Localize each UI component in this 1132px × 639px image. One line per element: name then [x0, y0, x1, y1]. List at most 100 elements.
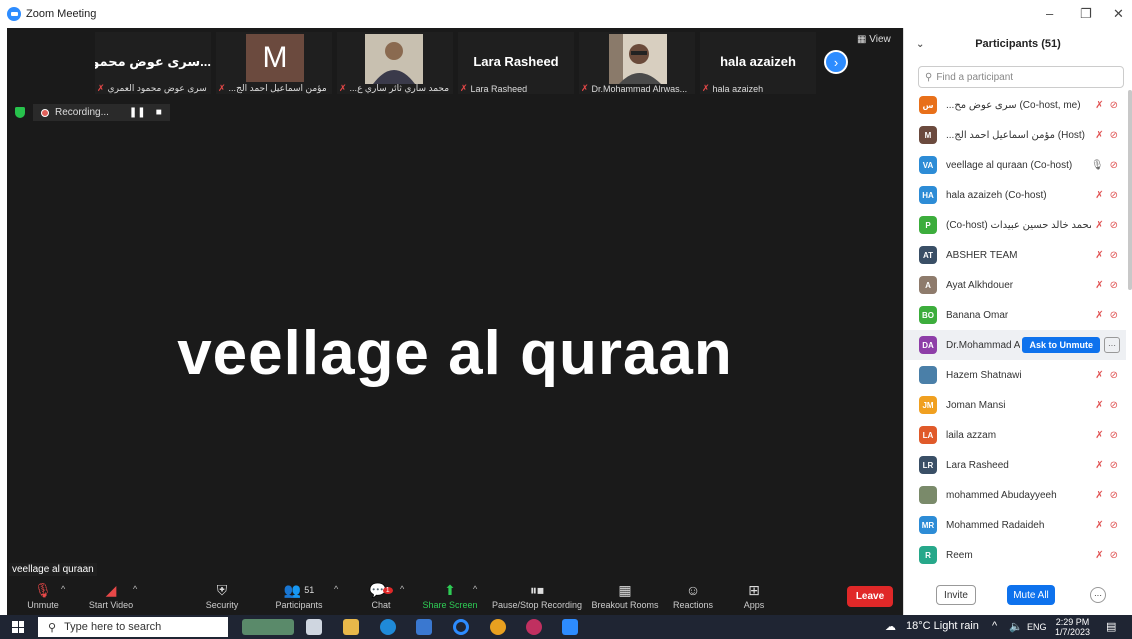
participant-row[interactable]: DA Dr.Mohammad A Ask to Unmute ··· — [904, 330, 1126, 360]
video-off-icon: ⊘ — [1109, 519, 1118, 531]
participant-status-icons: ✗ ⊘ — [1095, 100, 1118, 111]
participant-status-icons: 🎙 ⊘ — [1091, 160, 1118, 171]
video-tile[interactable]: ✗ Dr.Mohammad Alrwas... — [579, 32, 695, 94]
video-tile[interactable]: hala azaizeh ✗ hala azaizeh — [700, 32, 816, 94]
mic-muted-icon: ✗ — [1095, 309, 1104, 321]
zoom-taskbar-icon[interactable] — [562, 619, 578, 635]
participant-status-icons: ✗ ⊘ — [1095, 490, 1118, 501]
panel-footer: Invite Mute All ··· — [904, 585, 1132, 607]
file-explorer-icon[interactable] — [343, 619, 359, 635]
apps-button[interactable]: ⊞ Apps — [740, 580, 768, 611]
chat-options-caret[interactable]: ^ — [400, 584, 404, 594]
participant-row[interactable]: Hazem Shatnawi ✗ ⊘ — [904, 360, 1126, 390]
participant-status-icons: ✗ ⊘ — [1095, 460, 1118, 471]
participant-row[interactable]: LR Lara Rasheed ✗ ⊘ — [904, 450, 1126, 480]
task-view-icon[interactable] — [306, 619, 322, 635]
participants-button[interactable]: 👥 51 Participants — [271, 580, 327, 611]
video-off-icon: ⊘ — [1109, 189, 1118, 201]
participant-row[interactable]: P (Co-host) محمد خالد حسين عبيدات ✗ ⊘ — [904, 210, 1126, 240]
participant-row[interactable]: JM Joman Mansi ✗ ⊘ — [904, 390, 1126, 420]
participant-row[interactable]: MR Mohammed Radaideh ✗ ⊘ — [904, 510, 1126, 540]
security-button[interactable]: ⛨ Security — [202, 580, 242, 611]
video-tile[interactable]: ...سرى عوض محمود ✗ سرى عوض محمود العمري — [95, 32, 211, 94]
video-tile[interactable]: Lara Rasheed ✗ Lara Rasheed — [458, 32, 574, 94]
chrome-icon[interactable] — [490, 619, 506, 635]
avatar: R — [919, 546, 937, 564]
participant-row[interactable]: VA veellage al quraan (Co-host) 🎙 ⊘ — [904, 150, 1126, 180]
video-tile[interactable]: ✗ ...محمد ساري ثائر ساري ع — [337, 32, 453, 94]
chat-button[interactable]: 💬 1 Chat — [364, 580, 398, 610]
breakout-rooms-button[interactable]: ▦ Breakout Rooms — [591, 580, 659, 611]
chevron-down-icon[interactable]: ⌄ — [916, 39, 924, 50]
mic-muted-icon: ✗ — [339, 83, 347, 93]
tray-expand-icon[interactable]: ^ — [992, 620, 997, 632]
avatar: AT — [919, 246, 937, 264]
avatar: DA — [919, 336, 937, 354]
clock[interactable]: 2:29 PM 1/7/2023 — [1055, 617, 1090, 637]
taskbar-search-input[interactable]: ⚲ Type here to search — [38, 617, 228, 637]
notifications-icon[interactable]: ▤ — [1106, 620, 1116, 633]
mail-icon[interactable] — [416, 619, 432, 635]
participant-search-input[interactable]: ⚲ Find a participant — [918, 66, 1124, 88]
share-screen-button[interactable]: ⬆ Share Screen — [421, 580, 479, 611]
avatar: M — [919, 126, 937, 144]
mic-muted-icon: ✗ — [581, 83, 589, 93]
participant-row[interactable]: mohammed Abudayyeeh ✗ ⊘ — [904, 480, 1126, 510]
video-off-icon: ⊘ — [1109, 249, 1118, 261]
start-video-button[interactable]: ◢ Start Video — [83, 580, 139, 611]
video-off-icon: ⊘ — [1109, 309, 1118, 321]
video-off-icon: ⊘ — [1109, 429, 1118, 441]
pause-stop-recording-button[interactable]: ⏸⏹ Pause/Stop Recording — [491, 580, 583, 611]
taskbar-widget-icon[interactable] — [242, 619, 294, 635]
leave-button[interactable]: Leave — [847, 586, 893, 607]
participant-row[interactable]: A Ayat Alkhdouer ✗ ⊘ — [904, 270, 1126, 300]
video-off-icon: ⊘ — [1109, 459, 1118, 471]
video-off-icon: ◢ — [105, 581, 117, 598]
windows-start-icon[interactable] — [12, 621, 24, 633]
pause-icon[interactable]: ❚❚ — [129, 107, 146, 118]
edge-icon[interactable] — [380, 619, 396, 635]
participant-status-icons: ✗ ⊘ — [1095, 400, 1118, 411]
participant-row[interactable]: LA laila azzam ✗ ⊘ — [904, 420, 1126, 450]
participant-row[interactable]: س ...سرى عوض مح (Co-host, me) ✗ ⊘ — [904, 90, 1126, 120]
participant-row[interactable]: HA hala azaizeh (Co-host) ✗ ⊘ — [904, 180, 1126, 210]
mute-all-button[interactable]: Mute All — [1007, 585, 1055, 605]
minimize-button[interactable]: – — [1046, 6, 1053, 21]
share-screen-icon: ⬆ — [444, 581, 456, 598]
avatar: M — [246, 34, 304, 82]
audio-options-caret[interactable]: ^ — [61, 584, 65, 594]
participant-name: ...مؤمن اسماعيل احمد الج (Host) — [946, 129, 1085, 141]
unmute-button[interactable]: 🎙 Unmute — [23, 580, 63, 611]
view-button[interactable]: ▦ View — [857, 34, 891, 45]
language-indicator[interactable]: ENG — [1027, 622, 1047, 632]
participant-row[interactable]: M ...مؤمن اسماعيل احمد الج (Host) ✗ ⊘ — [904, 120, 1126, 150]
weather-icon[interactable]: ☁ — [885, 620, 896, 633]
participants-options-caret[interactable]: ^ — [334, 584, 338, 594]
maximize-button[interactable]: ❐ — [1080, 6, 1092, 22]
mic-muted-icon: ✗ — [702, 83, 710, 93]
participant-more-button[interactable]: ··· — [1104, 337, 1120, 353]
video-tile[interactable]: M ✗ ...مؤمن اسماعيل احمد الج — [216, 32, 332, 94]
participant-row[interactable]: AT ABSHER TEAM ✗ ⊘ — [904, 240, 1126, 270]
participant-row[interactable]: BO Banana Omar ✗ ⊘ — [904, 300, 1126, 330]
scrollbar[interactable] — [1128, 90, 1132, 290]
mic-muted-icon: ✗ — [97, 83, 105, 93]
stop-icon[interactable]: ■ — [156, 107, 162, 118]
next-page-button[interactable]: › — [824, 50, 848, 74]
participant-photo — [609, 34, 667, 84]
volume-icon[interactable]: 🔈 — [1009, 620, 1023, 633]
avatar: P — [919, 216, 937, 234]
participant-name: Mohammed Radaideh — [946, 519, 1045, 531]
more-options-button[interactable]: ··· — [1090, 587, 1106, 603]
video-options-caret[interactable]: ^ — [133, 584, 137, 594]
cortana-icon[interactable] — [453, 619, 469, 635]
ask-to-unmute-button[interactable]: Ask to Unmute — [1022, 337, 1100, 353]
app-icon[interactable] — [526, 619, 542, 635]
close-button[interactable]: ✕ — [1113, 6, 1124, 22]
reactions-button[interactable]: ☺ Reactions — [673, 580, 713, 610]
share-options-caret[interactable]: ^ — [473, 584, 477, 594]
avatar — [919, 366, 937, 384]
weather-text[interactable]: 18°C Light rain — [906, 620, 979, 632]
invite-button[interactable]: Invite — [936, 585, 976, 605]
participant-row[interactable]: R Reem ✗ ⊘ — [904, 540, 1126, 570]
